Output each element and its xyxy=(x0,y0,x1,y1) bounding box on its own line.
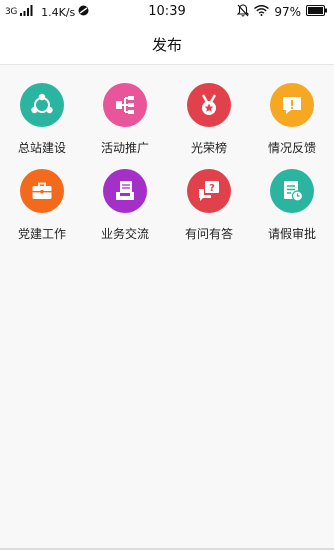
question-chat-icon: ? xyxy=(187,169,231,213)
grid-item-label: 党建工作 xyxy=(17,227,66,241)
document-tray-icon xyxy=(103,169,147,213)
grid-item-station-building[interactable]: 总站建设 xyxy=(0,65,84,155)
status-right: 97% xyxy=(237,4,328,20)
grid-item-leave-approval[interactable]: 请假审批 xyxy=(250,151,334,241)
grid-item-label: 请假审批 xyxy=(267,227,316,241)
status-bar: 3G 1.4K/s 10:39 97% xyxy=(0,0,334,24)
feedback-bubble-icon xyxy=(270,83,314,127)
grid-item-honor-roll[interactable]: 光荣榜 xyxy=(167,65,251,155)
briefcase-icon xyxy=(20,169,64,213)
tree-structure-icon xyxy=(103,83,147,127)
svg-text:?: ? xyxy=(209,183,215,194)
mute-bell-icon xyxy=(237,4,250,20)
clock-form-icon xyxy=(270,169,314,213)
battery-percent: 97% xyxy=(274,5,301,19)
network-nodes-icon xyxy=(20,83,64,127)
medal-icon xyxy=(187,83,231,127)
battery-icon xyxy=(306,5,328,19)
grid-item-business-exchange[interactable]: 业务交流 xyxy=(83,151,167,241)
page-title: 发布 xyxy=(151,36,182,54)
grid-item-label: 业务交流 xyxy=(100,227,149,241)
grid-item-q-and-a[interactable]: ? 有问有答 xyxy=(167,151,251,241)
grid-item-party-building[interactable]: 党建工作 xyxy=(0,151,84,241)
grid-item-activity-promotion[interactable]: 活动推广 xyxy=(83,65,167,155)
wifi-icon xyxy=(254,5,270,19)
header-bar: 发布 xyxy=(0,24,334,65)
grid-item-label: 有问有答 xyxy=(184,227,233,241)
grid-item-situation-feedback[interactable]: 情况反馈 xyxy=(250,65,334,155)
screen: 3G 1.4K/s 10:39 97% 发布 总站建设 活动推广 光荣榜 情况反… xyxy=(0,0,334,550)
